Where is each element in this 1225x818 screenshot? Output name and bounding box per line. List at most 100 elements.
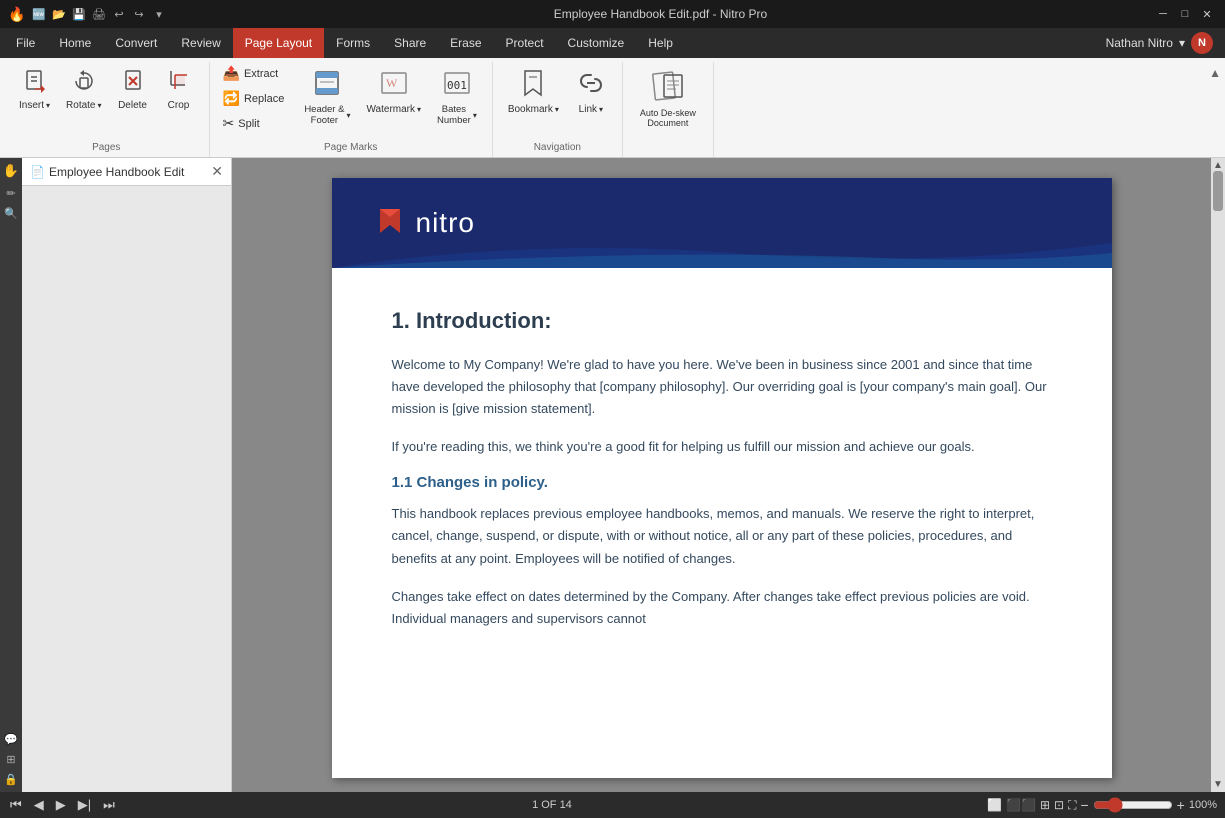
nitro-logo-icon	[372, 205, 408, 241]
menu-share[interactable]: Share	[382, 28, 438, 58]
security-icon[interactable]: 🔒	[2, 770, 20, 788]
bookmark-label: Bookmark ▾	[508, 104, 559, 115]
menu-file[interactable]: File	[4, 28, 47, 58]
replace-button[interactable]: 🔁 Replace	[218, 87, 290, 110]
title-bar-left: 🔥 🆕 📂 💾 🖨 ↩ ↪ ▾	[8, 5, 168, 23]
quick-access-toolbar: 🆕 📂 💾 🖨 ↩ ↪ ▾	[30, 5, 168, 23]
pdf-page: nitro 1. Introduction: Welcome to My Com…	[332, 178, 1112, 778]
auto-deskew-button[interactable]: Auto De-skew Document	[631, 62, 705, 133]
title-bar: 🔥 🆕 📂 💾 🖨 ↩ ↪ ▾ Employee Handbook Edit.p…	[0, 0, 1225, 28]
pages-panel: 📄 Employee Handbook Edit ✕	[22, 158, 232, 792]
user-avatar: N	[1191, 32, 1213, 54]
svg-text:001: 001	[447, 79, 467, 92]
hand-tool-icon[interactable]: ✋	[2, 162, 20, 180]
play-button[interactable]: ▶	[54, 797, 68, 813]
crop-button[interactable]: Crop	[157, 62, 201, 116]
view-double-icon[interactable]: ⬛⬛	[1006, 798, 1036, 812]
rotate-button[interactable]: Rotate ▾	[59, 62, 108, 116]
new-icon[interactable]: 🆕	[30, 5, 48, 23]
ribbon-group-page-marks: 📤 Extract 🔁 Replace ✂ Split	[210, 62, 493, 157]
svg-text:W: W	[386, 76, 398, 90]
left-tool-sidebar: ✋ ✏ 🔍 💬 ⊞ 🔒	[0, 158, 22, 792]
menu-convert[interactable]: Convert	[103, 28, 169, 58]
link-label: Link ▾	[579, 104, 603, 115]
insert-button[interactable]: Insert ▾	[12, 62, 57, 116]
view-single-icon[interactable]: ⬜	[987, 798, 1002, 812]
pdf-content-area: nitro 1. Introduction: Welcome to My Com…	[232, 158, 1211, 792]
extract-icon: 📤	[223, 65, 240, 82]
next-page-button[interactable]: ▶|	[76, 797, 93, 813]
view-grid-icon[interactable]: ⊞	[1040, 798, 1050, 812]
pdf-heading1: 1. Introduction:	[392, 308, 1052, 334]
menu-help[interactable]: Help	[636, 28, 685, 58]
print-icon[interactable]: 🖨	[90, 5, 108, 23]
menu-erase[interactable]: Erase	[438, 28, 493, 58]
close-button[interactable]: ✕	[1197, 6, 1217, 22]
table-icon[interactable]: ⊞	[2, 750, 20, 768]
status-bar: ⏮ ◀ ▶ ▶| ⏭ 1 OF 14 ⬜ ⬛⬛ ⊞ ⊡ ⛶ − + 100%	[0, 792, 1225, 818]
status-right: ⬜ ⬛⬛ ⊞ ⊡ ⛶ − + 100%	[987, 797, 1217, 813]
app-logo-icon: 🔥	[8, 5, 26, 23]
zoom-out-button[interactable]: −	[1080, 797, 1088, 813]
menu-customize[interactable]: Customize	[556, 28, 637, 58]
fullscreen-icon[interactable]: ⛶	[1068, 798, 1076, 813]
ribbon-group-deskew: Auto De-skew Document	[623, 62, 714, 157]
rotate-label: Rotate ▾	[66, 100, 101, 111]
bookmark-button[interactable]: Bookmark ▾	[501, 62, 566, 120]
minimize-button[interactable]: ─	[1153, 6, 1173, 22]
page-indicator-area: 1 OF 14	[125, 799, 979, 811]
bookmark-icon	[517, 67, 549, 104]
ribbon: Insert ▾ Rotate ▾	[0, 58, 1225, 158]
replace-icon: 🔁	[223, 90, 240, 107]
customize-qa-icon[interactable]: ▾	[150, 5, 168, 23]
link-icon	[575, 67, 607, 104]
view-fit-icon[interactable]: ⊡	[1054, 798, 1064, 812]
doc-area: ✋ ✏ 🔍 💬 ⊞ 🔒 📄 Employee Handbook Edit ✕	[0, 158, 1225, 792]
zoom-slider[interactable]	[1093, 797, 1173, 813]
edit-tool-icon[interactable]: ✏	[2, 184, 20, 202]
pdf-header-banner: nitro	[332, 178, 1112, 268]
pdf-para4: Changes take effect on dates determined …	[392, 586, 1052, 630]
zoom-tool-icon[interactable]: 🔍	[2, 204, 20, 222]
save-icon[interactable]: 💾	[70, 5, 88, 23]
page-indicator: 1 OF 14	[532, 799, 572, 811]
watermark-button[interactable]: W Watermark ▾	[359, 62, 428, 120]
menu-forms[interactable]: Forms	[324, 28, 382, 58]
menu-review[interactable]: Review	[169, 28, 232, 58]
pdf-para2: If you're reading this, we think you're …	[392, 436, 1052, 458]
comment-icon[interactable]: 💬	[2, 730, 20, 748]
delete-icon	[119, 67, 147, 100]
undo-icon[interactable]: ↩	[110, 5, 128, 23]
zoom-in-button[interactable]: +	[1177, 797, 1185, 813]
delete-button[interactable]: Delete	[111, 62, 155, 116]
ribbon-group-pages: Insert ▾ Rotate ▾	[4, 62, 210, 157]
menu-home[interactable]: Home	[47, 28, 103, 58]
rotate-icon	[70, 67, 98, 100]
link-button[interactable]: Link ▾	[568, 62, 614, 120]
extract-button[interactable]: 📤 Extract	[218, 62, 290, 85]
header-footer-button[interactable]: Header &Footer ▾	[297, 62, 357, 131]
ribbon-collapse-icon[interactable]: ▲	[1209, 66, 1221, 80]
last-page-button[interactable]: ⏭	[101, 797, 117, 813]
menu-protect[interactable]: Protect	[494, 28, 556, 58]
tab-close-button[interactable]: ✕	[211, 163, 223, 180]
bates-number-label: BatesNumber ▾	[437, 104, 477, 126]
window-title: Employee Handbook Edit.pdf - Nitro Pro	[168, 7, 1153, 21]
ribbon-group-navigation: Bookmark ▾ Link ▾ Navigation	[493, 62, 623, 157]
first-page-button[interactable]: ⏮	[8, 797, 24, 813]
bates-number-button[interactable]: 001 BatesNumber ▾	[430, 62, 484, 131]
scroll-up-btn[interactable]: ▲	[1213, 160, 1223, 171]
pdf-body: 1. Introduction: Welcome to My Company! …	[332, 268, 1112, 686]
maximize-button[interactable]: □	[1175, 6, 1195, 22]
redo-icon[interactable]: ↪	[130, 5, 148, 23]
user-area[interactable]: Nathan Nitro ▾ N	[1098, 28, 1221, 58]
open-icon[interactable]: 📂	[50, 5, 68, 23]
tab-header: 📄 Employee Handbook Edit ✕	[22, 158, 231, 186]
prev-page-button[interactable]: ◀	[32, 797, 46, 813]
split-button[interactable]: ✂ Split	[218, 112, 290, 135]
watermark-label: Watermark ▾	[366, 104, 421, 115]
insert-label: Insert ▾	[19, 100, 50, 111]
header-footer-icon	[311, 67, 343, 104]
menu-page-layout[interactable]: Page Layout	[233, 28, 324, 58]
scroll-down-btn[interactable]: ▼	[1213, 779, 1223, 790]
